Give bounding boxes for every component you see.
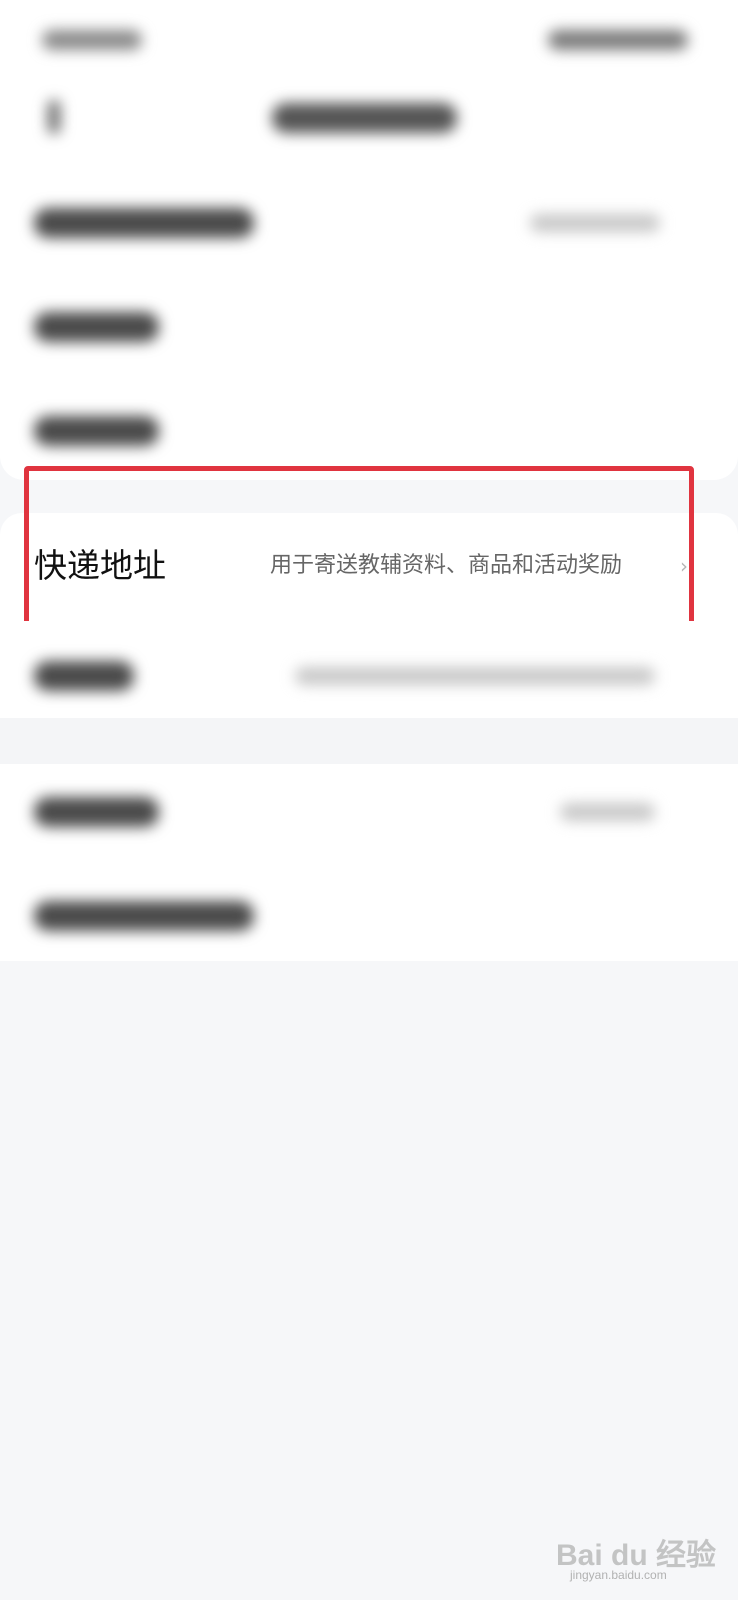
settings-row-6[interactable] <box>0 861 738 961</box>
watermark-url: jingyan.baidu.com <box>570 1568 667 1582</box>
settings-row-2[interactable] <box>0 272 738 372</box>
settings-row-1[interactable] <box>0 168 738 268</box>
baidu-jingyan-watermark: Bai du 经验 jingyan.baidu.com <box>556 1520 716 1582</box>
nav-title <box>272 103 457 133</box>
lower-card <box>0 621 738 961</box>
settings-row-5[interactable] <box>0 757 738 857</box>
settings-row-3[interactable] <box>0 376 738 476</box>
status-bar-time <box>42 30 142 50</box>
top-card <box>0 0 738 480</box>
status-bar-indicators <box>548 30 688 50</box>
settings-row-4[interactable] <box>0 621 738 721</box>
back-arrow-icon[interactable] <box>40 100 64 134</box>
highlight-frame <box>24 466 694 631</box>
section-divider <box>0 718 738 764</box>
